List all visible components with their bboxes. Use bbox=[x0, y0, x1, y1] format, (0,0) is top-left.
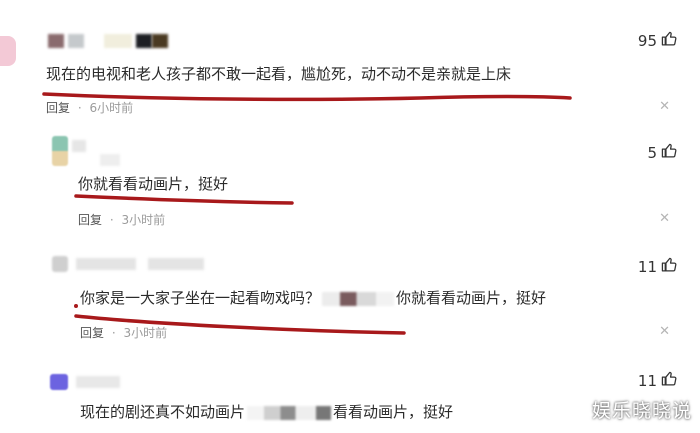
username-blurred[interactable] bbox=[48, 34, 64, 48]
comment-text: 现在的剧还真不如动画片 看看动画片，挺好 bbox=[80, 402, 453, 422]
comment-text-part-2: 你就看看动画片，挺好 bbox=[396, 289, 547, 307]
reply-button[interactable]: 回复 bbox=[80, 326, 104, 340]
reply-button[interactable]: 回复 bbox=[46, 101, 70, 115]
like-count: 11 bbox=[637, 371, 657, 390]
avatar[interactable] bbox=[52, 256, 68, 272]
close-icon[interactable]: ✕ bbox=[659, 99, 670, 114]
comment-text: 现在的电视和老人孩子都不敢一起看，尴尬死，动不动不是亲就是上床 bbox=[46, 65, 512, 83]
comment-text-part-2: 看看动画片，挺好 bbox=[333, 403, 454, 421]
close-icon[interactable]: ✕ bbox=[659, 211, 670, 226]
like-count: 11 bbox=[637, 257, 657, 276]
separator: · bbox=[109, 213, 114, 227]
avatar[interactable] bbox=[0, 36, 16, 66]
underline-dot bbox=[74, 304, 78, 308]
comment-text: 你就看看动画片，挺好 bbox=[78, 175, 229, 193]
avatar[interactable] bbox=[50, 374, 68, 390]
comment-text-part-1: 现在的剧还真不如动画片 bbox=[80, 403, 246, 421]
timestamp: 3小时前 bbox=[123, 326, 168, 340]
avatar[interactable] bbox=[52, 136, 68, 166]
watermark: 娱乐晓晓说 bbox=[591, 400, 692, 422]
like-button[interactable]: 11 bbox=[638, 256, 678, 277]
like-count: 5 bbox=[647, 143, 657, 162]
thumbs-up-icon bbox=[661, 142, 678, 163]
timestamp: 3小时前 bbox=[121, 213, 166, 227]
comment-text: 你家是一大家子坐在一起看吻戏吗？ 你就看看动画片，挺好 bbox=[80, 288, 546, 308]
thumbs-up-icon bbox=[661, 256, 678, 277]
like-button[interactable]: 5 bbox=[647, 142, 678, 163]
thumbs-up-icon bbox=[661, 370, 678, 391]
comment-meta: 回复 · 6小时前 bbox=[46, 99, 133, 116]
separator: · bbox=[111, 326, 116, 340]
mention-blurred[interactable] bbox=[247, 405, 332, 420]
comment-meta: 回复 · 3小时前 bbox=[78, 211, 165, 228]
like-button[interactable]: 11 bbox=[638, 370, 678, 391]
mention-blurred[interactable] bbox=[322, 291, 395, 306]
underline-2 bbox=[74, 194, 294, 205]
username-blurred[interactable] bbox=[76, 258, 136, 270]
like-button[interactable]: 95 bbox=[638, 30, 678, 51]
username-blurred[interactable] bbox=[76, 376, 120, 388]
close-icon[interactable]: ✕ bbox=[659, 324, 670, 339]
thumbs-up-icon bbox=[661, 30, 678, 51]
reply-button[interactable]: 回复 bbox=[78, 213, 102, 227]
comment-meta: 回复 · 3小时前 bbox=[80, 324, 167, 341]
separator: · bbox=[77, 101, 82, 115]
timestamp: 6小时前 bbox=[89, 101, 134, 115]
like-count: 95 bbox=[637, 31, 657, 50]
comment-text-part-1: 你家是一大家子坐在一起看吻戏吗？ bbox=[80, 289, 321, 307]
username-blurred[interactable] bbox=[72, 140, 86, 152]
